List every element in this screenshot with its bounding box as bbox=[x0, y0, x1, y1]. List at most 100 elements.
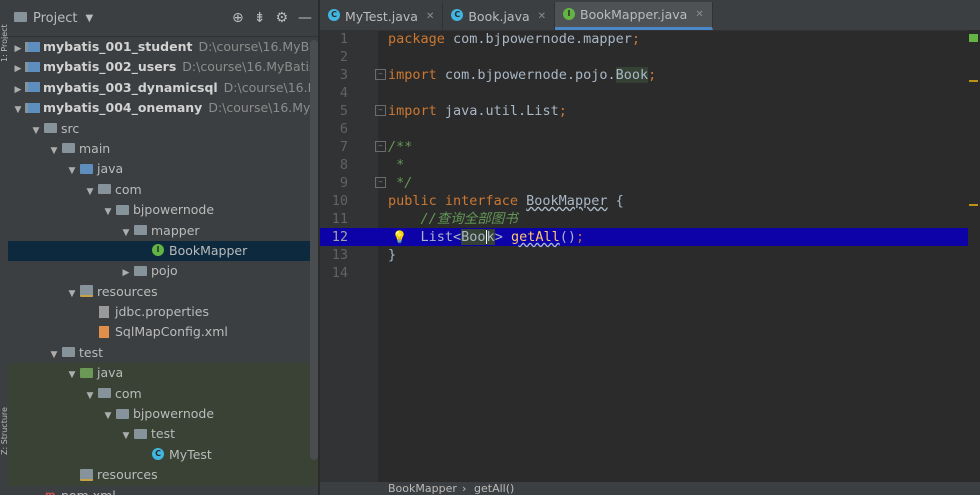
minimize-icon[interactable]: — bbox=[298, 10, 312, 26]
folder-icon bbox=[43, 123, 57, 134]
tree-item[interactable]: ▼ mapper bbox=[8, 221, 318, 241]
code-line[interactable]: 14 bbox=[320, 264, 980, 282]
tree-item[interactable]: ▼ test bbox=[8, 424, 318, 446]
chevron-down-icon[interactable]: ▼ bbox=[102, 202, 114, 222]
test-source-folder-icon bbox=[79, 367, 93, 378]
code-token: //查询全部图书 bbox=[388, 211, 518, 227]
chevron-right-icon[interactable]: ▶ bbox=[120, 263, 132, 283]
fold-icon[interactable]: − bbox=[375, 69, 386, 80]
breadcrumb-item[interactable]: BookMapper bbox=[388, 482, 457, 495]
tree-item[interactable]: resources bbox=[8, 465, 318, 486]
tree-icon-slot bbox=[132, 221, 148, 241]
chevron-down-icon[interactable]: ▼ bbox=[66, 365, 78, 385]
tree-item[interactable]: ▼ test bbox=[8, 343, 318, 363]
line-number: 14 bbox=[331, 265, 348, 281]
tree-item[interactable]: ▼ com bbox=[8, 383, 318, 406]
chevron-right-icon[interactable]: ▶ bbox=[12, 80, 24, 100]
tree-item[interactable]: ▼ java bbox=[8, 363, 318, 385]
project-scrollbar[interactable] bbox=[310, 40, 318, 460]
tree-item[interactable]: jdbc.properties bbox=[8, 302, 318, 322]
chevron-down-icon[interactable]: ▼ bbox=[30, 121, 42, 141]
tree-item[interactable]: C MyTest bbox=[8, 444, 318, 466]
fold-icon[interactable]: − bbox=[375, 177, 386, 188]
interface-icon: I bbox=[152, 244, 164, 257]
code-line[interactable]: 10 public interface BookMapper { bbox=[320, 192, 980, 210]
tree-item[interactable]: ▶ mybatis_003_dynamicsql D:\course\16.MyBa… bbox=[8, 78, 318, 98]
tree-item[interactable]: SqlMapConfig.xml bbox=[8, 322, 318, 342]
editor-tabs: C MyTest.java ✕ C Book.java ✕ I BookMapper.java… bbox=[320, 0, 980, 31]
code-area[interactable]: 1 package com.bjpowernode.mapper; 2 3− impor… bbox=[320, 30, 980, 482]
chevron-down-icon[interactable]: ▼ bbox=[84, 182, 96, 202]
chevron-right-icon[interactable]: ▶ bbox=[12, 39, 24, 59]
chevron-down-icon[interactable]: ▼ bbox=[48, 345, 60, 365]
chevron-down-icon[interactable]: ▼ bbox=[84, 386, 96, 406]
code-line[interactable]: 12 💡 List<Book> getAll(); bbox=[320, 228, 980, 246]
tree-icon-slot bbox=[60, 139, 76, 159]
gear-icon[interactable]: ⚙ bbox=[275, 10, 288, 26]
code-line[interactable]: 9 − */ bbox=[320, 174, 980, 192]
close-icon[interactable]: ✕ bbox=[426, 11, 434, 22]
code-token: Book bbox=[615, 67, 649, 83]
tree-item-label: src bbox=[61, 120, 80, 136]
tree-item[interactable]: ▶ mybatis_001_student D:\course\16.MyBatis… bbox=[8, 37, 318, 57]
code-line[interactable]: 7 −/** bbox=[320, 138, 980, 156]
chevron-right-icon[interactable]: ▶ bbox=[12, 59, 24, 79]
tree-item[interactable]: ▶ pojo bbox=[8, 261, 318, 281]
code-line[interactable]: 3 − import com.bjpowernode.pojo.Book; bbox=[320, 66, 980, 84]
code-line[interactable]: 1 package com.bjpowernode.mapper; bbox=[320, 30, 980, 48]
warning-marker[interactable] bbox=[969, 204, 978, 206]
tree-item[interactable]: ▼ mybatis_004_onemany D:\course\16.MyBatis… bbox=[8, 98, 318, 118]
chevron-down-icon[interactable]: ▼ bbox=[12, 100, 24, 120]
chevron-down-icon[interactable]: ▼ bbox=[48, 141, 60, 161]
fold-icon[interactable]: − bbox=[375, 105, 386, 116]
line-number: 3 bbox=[339, 67, 348, 83]
close-icon[interactable]: ✕ bbox=[695, 9, 703, 20]
tree-item-label: MyTest bbox=[169, 446, 212, 462]
tree-item[interactable]: m pom.xml bbox=[8, 486, 318, 495]
tab-book-java[interactable]: C Book.java ✕ bbox=[443, 2, 556, 30]
code-line[interactable]: 8 * bbox=[320, 156, 980, 174]
project-folder-icon bbox=[14, 12, 27, 22]
code-line[interactable]: 11 //查询全部图书 bbox=[320, 210, 980, 228]
tree-item[interactable]: ▼ main bbox=[8, 139, 318, 159]
tree-item[interactable]: ▼ src bbox=[8, 119, 318, 139]
code-line[interactable]: 6 bbox=[320, 120, 980, 138]
tree-item[interactable]: I BookMapper bbox=[8, 240, 318, 262]
properties-file-icon bbox=[99, 305, 109, 318]
tree-item-label: java bbox=[97, 161, 124, 177]
tree-item[interactable]: ▼ java bbox=[8, 159, 318, 179]
code-token: List< bbox=[388, 229, 462, 245]
chevron-down-icon[interactable]: ▼ bbox=[66, 284, 78, 304]
chevron-down-icon[interactable]: ▼ bbox=[120, 223, 132, 243]
collapse-all-icon[interactable]: ⇟ bbox=[254, 10, 266, 26]
chevron-down-icon[interactable]: ▼ bbox=[102, 406, 114, 426]
tab-bookmapper-java[interactable]: I BookMapper.java ✕ bbox=[555, 2, 713, 30]
warning-marker[interactable] bbox=[969, 80, 978, 82]
code-line[interactable]: 2 bbox=[320, 48, 980, 66]
fold-icon[interactable]: − bbox=[375, 141, 386, 152]
chevron-down-icon[interactable]: ▼ bbox=[66, 161, 78, 181]
tree-item[interactable]: ▶ mybatis_002_users D:\course\16.MyBatis\0… bbox=[8, 57, 318, 77]
locate-icon[interactable]: ⊕ bbox=[232, 10, 244, 26]
breadcrumb-item[interactable]: getAll() bbox=[474, 482, 514, 495]
line-number: 12 bbox=[331, 229, 348, 245]
tree-item[interactable]: ▼ resources bbox=[8, 282, 318, 302]
tab-mytest-java[interactable]: C MyTest.java ✕ bbox=[320, 2, 444, 30]
tree-item[interactable]: ▼ com bbox=[8, 180, 318, 200]
line-number: 10 bbox=[331, 193, 348, 209]
tree-item[interactable]: ▼ bjpowernode bbox=[8, 404, 318, 426]
project-tool-label[interactable]: 1: Project bbox=[0, 2, 8, 62]
code-line[interactable]: 4 bbox=[320, 84, 980, 102]
tree-item-label: main bbox=[79, 140, 111, 156]
structure-tool-label[interactable]: Z: Structure bbox=[0, 385, 8, 455]
tree-item[interactable]: ▼ bjpowernode bbox=[8, 200, 318, 220]
code-line[interactable]: 5 − import java.util.List; bbox=[320, 102, 980, 120]
code-token: */ bbox=[388, 175, 413, 191]
tree-item-label: mybatis_002_users bbox=[43, 59, 177, 75]
chevron-down-icon[interactable]: ▼ bbox=[120, 426, 132, 446]
close-icon[interactable]: ✕ bbox=[538, 11, 546, 22]
code-line[interactable]: 13} bbox=[320, 246, 980, 264]
project-view-selector[interactable]: Project ▼ bbox=[8, 11, 93, 26]
code-token: BookMapper bbox=[526, 193, 608, 209]
tree-icon-slot bbox=[132, 424, 148, 444]
